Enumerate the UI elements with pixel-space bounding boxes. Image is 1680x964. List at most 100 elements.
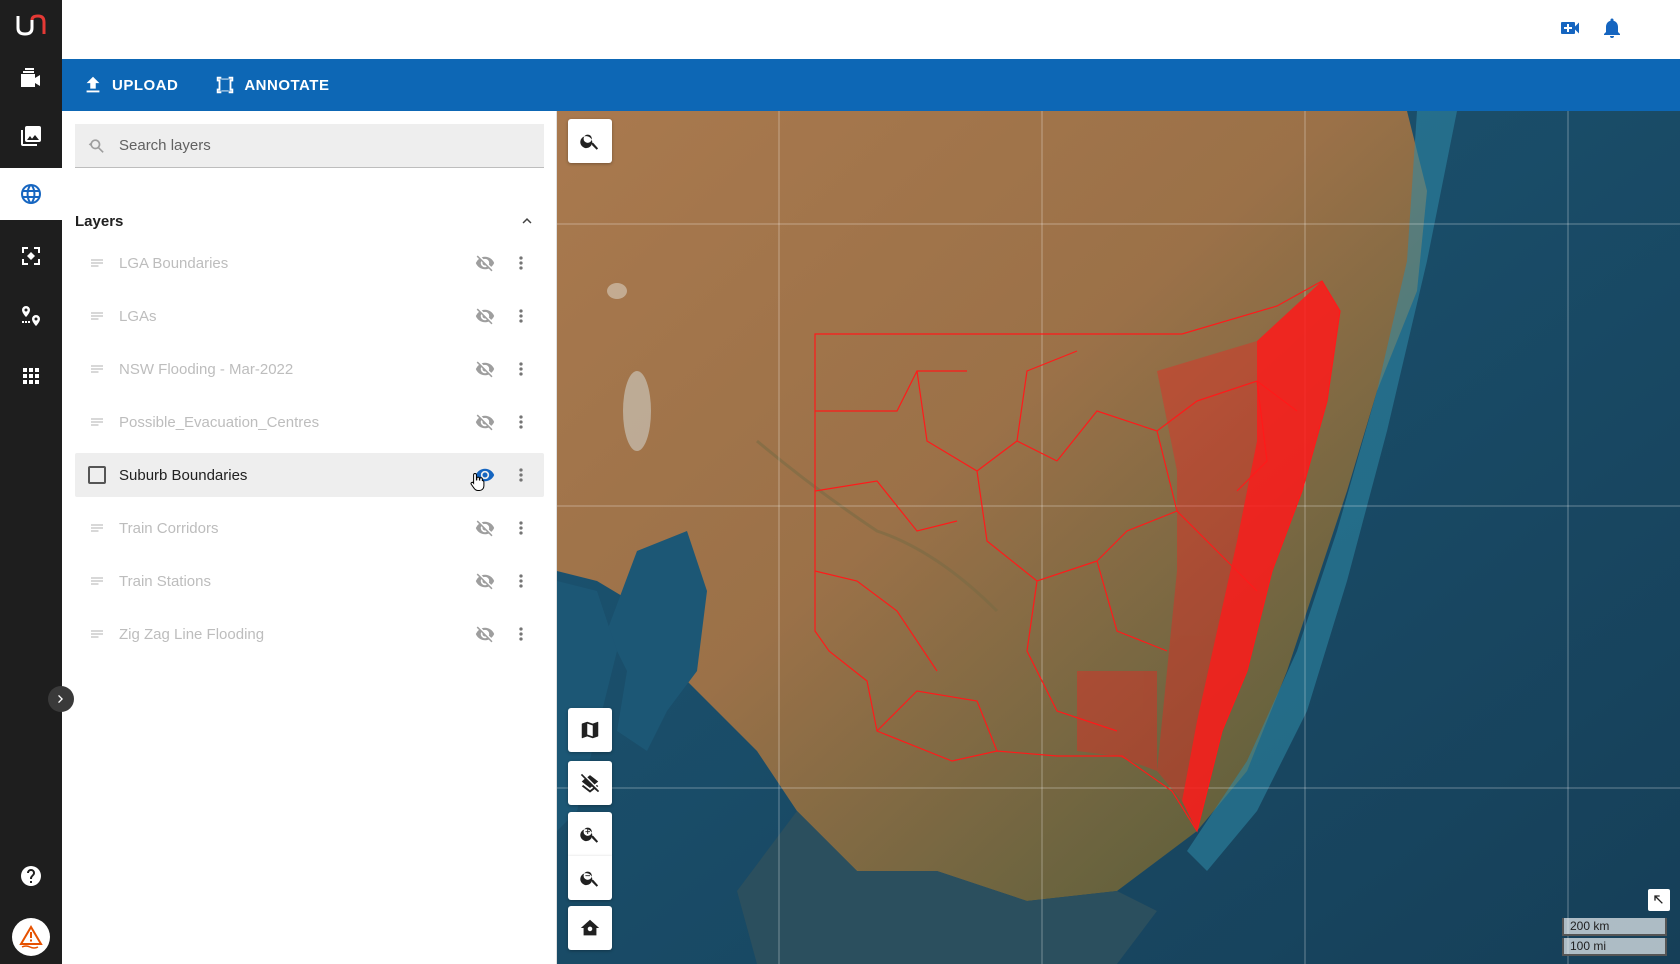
rail-item-apps[interactable]	[0, 350, 62, 402]
search-layers-input[interactable]	[119, 137, 519, 154]
drag-handle[interactable]	[87, 306, 107, 326]
expand-arrow-icon	[1654, 895, 1663, 904]
logo-icon	[16, 14, 46, 36]
video-call-icon	[1561, 22, 1579, 34]
eye-off-icon	[475, 361, 495, 378]
layer-menu-button[interactable]	[511, 306, 531, 326]
layer-search	[75, 124, 544, 168]
rail-item-video[interactable]	[0, 52, 62, 104]
annotate-label: ANNOTATE	[244, 76, 330, 94]
layer-row[interactable]: Zig Zag Line Flooding	[75, 612, 544, 656]
visibility-toggle[interactable]	[475, 518, 495, 538]
visibility-toggle[interactable]	[475, 359, 495, 379]
visibility-toggle[interactable]	[475, 624, 495, 644]
layer-menu-button[interactable]	[511, 624, 531, 644]
drag-handle[interactable]	[87, 571, 107, 591]
hand-cursor-icon	[470, 472, 485, 491]
upload-label: UPLOAD	[112, 76, 179, 94]
scale-bar-km: 200 km	[1562, 918, 1667, 936]
home-extent-button[interactable]	[568, 906, 612, 950]
video-stack-icon	[21, 68, 40, 87]
rail-item-map[interactable]	[0, 168, 62, 220]
drag-handle-icon	[91, 630, 103, 638]
apps-grid-icon	[23, 368, 39, 384]
layer-menu-button[interactable]	[511, 571, 531, 591]
layer-menu-button[interactable]	[511, 253, 531, 273]
layer-row[interactable]: Possible_Evacuation_Centres	[75, 400, 544, 444]
drag-handle[interactable]	[87, 624, 107, 644]
layer-panel: Layers LGA Boundaries LGAs NSW Flooding …	[62, 111, 557, 964]
layer-row[interactable]: Train Corridors	[75, 506, 544, 550]
satellite-basemap	[557, 111, 1680, 964]
visibility-toggle[interactable]	[475, 253, 495, 273]
scale-bar-mi: 100 mi	[1562, 938, 1667, 956]
drag-handle-icon	[91, 577, 103, 585]
drag-handle[interactable]	[87, 518, 107, 538]
drag-handle-icon	[91, 365, 103, 373]
drag-handle[interactable]	[87, 359, 107, 379]
layer-menu-button[interactable]	[511, 465, 531, 485]
drag-handle[interactable]	[87, 412, 107, 432]
visibility-toggle[interactable]	[475, 306, 495, 326]
layer-menu-button[interactable]	[511, 412, 531, 432]
more-vertical-icon	[519, 415, 523, 429]
more-vertical-icon	[519, 468, 523, 482]
zoom-out-icon	[580, 871, 599, 887]
layer-row[interactable]: NSW Flooding - Mar-2022	[75, 347, 544, 391]
layers-title: Layers	[75, 212, 124, 230]
expand-rail-button[interactable]	[48, 686, 74, 712]
upload-button[interactable]: UPLOAD	[82, 59, 178, 111]
warning-avatar-icon	[19, 925, 43, 949]
map-search-button[interactable]	[568, 119, 612, 163]
eye-off-icon	[475, 626, 495, 643]
eye-off-icon	[475, 414, 495, 431]
zoom-out-button[interactable]	[568, 856, 612, 900]
visibility-toggle[interactable]	[475, 571, 495, 591]
drag-handle[interactable]	[87, 253, 107, 273]
zoom-in-button[interactable]	[568, 812, 612, 856]
layer-row[interactable]: LGA Boundaries	[75, 241, 544, 285]
eye-off-icon	[475, 308, 495, 325]
layer-menu-button[interactable]	[511, 518, 531, 538]
home-icon	[580, 919, 600, 936]
layer-row[interactable]: LGAs	[75, 294, 544, 338]
annotate-button[interactable]: ANNOTATE	[214, 59, 329, 111]
focus-icon	[22, 247, 40, 265]
route-icon	[22, 306, 40, 326]
zoom-in-icon	[580, 827, 599, 843]
basemap-button[interactable]	[568, 708, 612, 752]
annotate-icon	[217, 76, 234, 94]
notifications-button[interactable]	[1600, 16, 1624, 40]
more-vertical-icon	[519, 521, 523, 535]
image-gallery-icon	[21, 126, 41, 146]
hide-layers-button[interactable]	[568, 761, 612, 805]
layer-list: LGA Boundaries LGAs NSW Flooding - Mar-2…	[75, 241, 544, 665]
layer-row[interactable]: Train Stations	[75, 559, 544, 603]
eye-off-icon	[475, 255, 495, 272]
upload-icon	[86, 76, 100, 93]
app-root: UPLOAD ANNOTATE Layers LGA Boundaries	[0, 0, 1680, 964]
help-button[interactable]	[0, 850, 62, 902]
drag-handle-icon	[91, 418, 103, 426]
drag-handle-icon	[91, 312, 103, 320]
top-header	[62, 0, 1680, 59]
search-icon	[580, 134, 599, 150]
more-vertical-icon	[519, 627, 523, 641]
rail-item-detect[interactable]	[0, 230, 62, 282]
bell-icon	[1604, 18, 1620, 38]
app-logo[interactable]	[0, 0, 62, 50]
eye-off-icon	[475, 573, 495, 590]
visibility-toggle[interactable]	[475, 412, 495, 432]
more-vertical-icon	[519, 362, 523, 376]
rail-item-gallery[interactable]	[0, 110, 62, 162]
map-view[interactable]: 200 km 100 mi	[557, 111, 1680, 964]
layer-menu-button[interactable]	[511, 359, 531, 379]
rail-item-route[interactable]	[0, 290, 62, 342]
map-icon	[581, 721, 599, 739]
video-call-button[interactable]	[1558, 16, 1582, 40]
layer-checkbox[interactable]	[87, 465, 107, 485]
eye-off-icon	[475, 520, 495, 537]
layers-section-header[interactable]: Layers	[75, 206, 544, 236]
fullscreen-button[interactable]	[1648, 889, 1670, 911]
avatar[interactable]	[12, 918, 50, 956]
